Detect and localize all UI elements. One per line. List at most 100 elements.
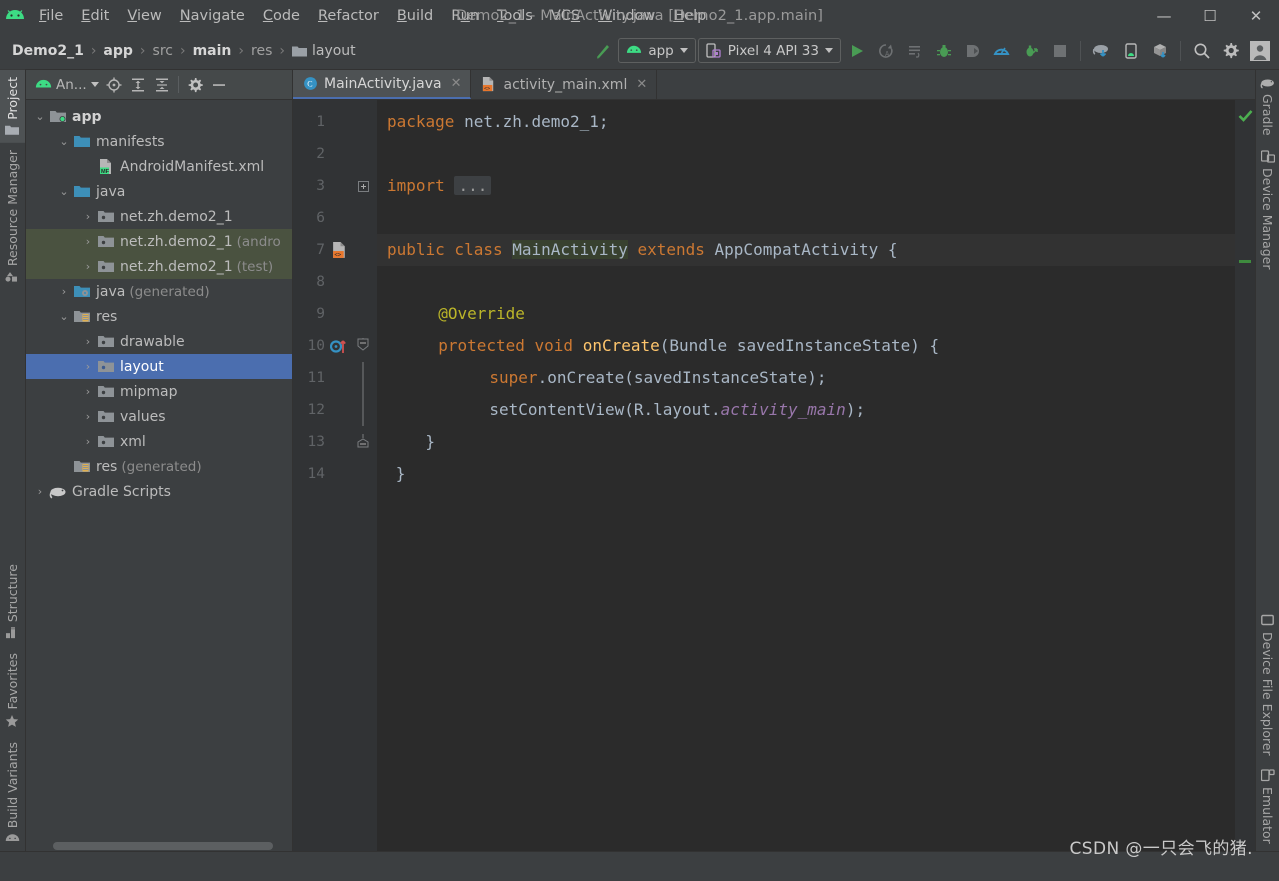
chevron-down-icon[interactable]: ⌄ bbox=[56, 135, 72, 148]
project-tree[interactable]: ⌄ app ⌄ manifests MF AndroidManifest.xml bbox=[26, 100, 292, 839]
sidebar-item-emulator[interactable]: Emulator bbox=[1256, 762, 1279, 851]
fold-collapse-icon[interactable] bbox=[353, 338, 373, 354]
menu-view[interactable]: View bbox=[118, 5, 170, 27]
expand-all-icon[interactable] bbox=[126, 73, 150, 97]
menu-help[interactable]: Help bbox=[664, 5, 715, 27]
tree-row-manifests[interactable]: ⌄ manifests bbox=[26, 129, 292, 154]
sidebar-item-favorites[interactable]: Favorites bbox=[0, 646, 25, 734]
error-stripe-mark[interactable] bbox=[1239, 260, 1251, 263]
tree-row-java-generated[interactable]: › java (generated) bbox=[26, 279, 292, 304]
chevron-right-icon[interactable]: › bbox=[80, 360, 96, 373]
device-selector[interactable]: Pixel 4 API 33 bbox=[697, 38, 841, 63]
menu-code[interactable]: Code bbox=[254, 5, 309, 27]
menu-run[interactable]: Run bbox=[442, 5, 488, 27]
hide-panel-icon[interactable] bbox=[207, 73, 231, 97]
collapse-all-icon[interactable] bbox=[150, 73, 174, 97]
chevron-right-icon[interactable]: › bbox=[80, 210, 96, 223]
menu-edit[interactable]: Edit bbox=[72, 5, 118, 27]
tree-row-package-androidtest[interactable]: › net.zh.demo2_1 (andro bbox=[26, 229, 292, 254]
chevron-right-icon[interactable]: › bbox=[32, 485, 48, 498]
sidebar-item-resource-manager[interactable]: Resource Manager bbox=[0, 143, 25, 289]
avd-manager-icon[interactable] bbox=[1117, 37, 1144, 65]
chevron-right-icon[interactable]: › bbox=[80, 335, 96, 348]
menu-build[interactable]: Build bbox=[388, 5, 442, 27]
menu-file[interactable]: File bbox=[30, 5, 72, 27]
project-view-selector[interactable]: An... bbox=[32, 77, 102, 93]
project-scrollbar-thumb[interactable] bbox=[53, 842, 273, 850]
code-text[interactable]: package net.zh.demo2_1; import ... publi… bbox=[377, 100, 1235, 851]
chevron-down-icon[interactable]: ⌄ bbox=[56, 185, 72, 198]
run-configuration-selector[interactable]: app bbox=[618, 38, 696, 63]
tree-row-package-test[interactable]: › net.zh.demo2_1 (test) bbox=[26, 254, 292, 279]
tree-row-package-main[interactable]: › net.zh.demo2_1 bbox=[26, 204, 292, 229]
apply-changes-icon[interactable]: A bbox=[872, 37, 899, 65]
sidebar-item-gradle[interactable]: Gradle bbox=[1256, 70, 1279, 143]
tree-row-mipmap[interactable]: › mipmap bbox=[26, 379, 292, 404]
chevron-right-icon[interactable]: › bbox=[80, 410, 96, 423]
tree-row-values[interactable]: › values bbox=[26, 404, 292, 429]
close-icon[interactable]: ✕ bbox=[636, 77, 647, 92]
chevron-right-icon[interactable]: › bbox=[56, 285, 72, 298]
fold-region-end-icon[interactable] bbox=[353, 434, 373, 450]
minimize-button[interactable]: — bbox=[1141, 0, 1187, 32]
tree-row-gradle-scripts[interactable]: › Gradle Scripts bbox=[26, 479, 292, 504]
inspection-ok-icon[interactable] bbox=[1238, 108, 1253, 127]
override-method-icon[interactable] bbox=[327, 338, 353, 355]
error-stripe-gutter[interactable] bbox=[1235, 100, 1255, 851]
tab-mainactivity-java[interactable]: C MainActivity.java ✕ bbox=[293, 70, 472, 99]
maximize-button[interactable]: ☐ bbox=[1187, 0, 1233, 32]
breadcrumb-item-res[interactable]: res bbox=[247, 41, 276, 61]
folded-imports-placeholder[interactable]: ... bbox=[454, 176, 492, 195]
sidebar-item-build-variants[interactable]: Build Variants bbox=[0, 735, 25, 851]
breadcrumb-item-app[interactable]: app bbox=[99, 41, 137, 61]
menu-refactor[interactable]: Refactor bbox=[309, 5, 388, 27]
run-with-coverage-icon[interactable] bbox=[1017, 37, 1044, 65]
chevron-right-icon[interactable]: › bbox=[80, 260, 96, 273]
tree-row-app[interactable]: ⌄ app bbox=[26, 104, 292, 129]
sidebar-item-device-file-explorer[interactable]: Device File Explorer bbox=[1256, 607, 1279, 763]
stop-icon[interactable] bbox=[1046, 37, 1073, 65]
menu-tools[interactable]: Tools bbox=[488, 5, 542, 27]
breadcrumb-item-layout[interactable]: layout bbox=[288, 41, 360, 61]
chevron-down-icon[interactable]: ⌄ bbox=[32, 110, 48, 123]
apply-code-changes-icon[interactable] bbox=[901, 37, 928, 65]
breadcrumb-item-main[interactable]: main bbox=[189, 41, 236, 61]
debug-icon[interactable] bbox=[930, 37, 957, 65]
sidebar-item-project[interactable]: Project bbox=[0, 70, 25, 143]
search-everywhere-icon[interactable] bbox=[1188, 37, 1215, 65]
tree-row-res[interactable]: ⌄ res bbox=[26, 304, 292, 329]
menu-vcs[interactable]: VCS bbox=[542, 5, 589, 27]
editor-gutter[interactable]: 1 2 3 6 7 <> 8 9 10 11 12 13 14 bbox=[293, 100, 377, 851]
sync-gradle-icon[interactable] bbox=[1088, 37, 1115, 65]
tree-row-android-manifest[interactable]: MF AndroidManifest.xml bbox=[26, 154, 292, 179]
make-project-icon[interactable] bbox=[589, 37, 616, 65]
settings-icon[interactable] bbox=[183, 73, 207, 97]
chevron-right-icon[interactable]: › bbox=[80, 385, 96, 398]
profiler-icon[interactable] bbox=[988, 37, 1015, 65]
chevron-down-icon[interactable]: ⌄ bbox=[56, 310, 72, 323]
fold-region-bar[interactable] bbox=[353, 394, 373, 426]
chevron-right-icon[interactable]: › bbox=[80, 235, 96, 248]
tab-activity-main-xml[interactable]: <> activity_main.xml ✕ bbox=[471, 70, 658, 99]
run-icon[interactable] bbox=[843, 37, 870, 65]
settings-icon[interactable] bbox=[1217, 37, 1244, 65]
related-xml-gutter-icon[interactable]: <> bbox=[327, 241, 353, 259]
fold-expand-icon[interactable] bbox=[353, 180, 373, 192]
sidebar-item-structure[interactable]: Structure bbox=[0, 557, 25, 646]
breadcrumb-item-src[interactable]: src bbox=[149, 41, 177, 61]
menu-navigate[interactable]: Navigate bbox=[171, 5, 254, 27]
sdk-manager-icon[interactable] bbox=[1146, 37, 1173, 65]
tree-row-res-generated[interactable]: res (generated) bbox=[26, 454, 292, 479]
account-icon[interactable] bbox=[1246, 37, 1273, 65]
tree-row-java[interactable]: ⌄ java bbox=[26, 179, 292, 204]
tree-row-xml[interactable]: › xml bbox=[26, 429, 292, 454]
fold-region-bar[interactable] bbox=[353, 362, 373, 394]
sidebar-item-device-manager[interactable]: Device Manager bbox=[1256, 143, 1279, 277]
project-horizontal-scrollbar[interactable] bbox=[26, 839, 292, 851]
breadcrumb-item-project[interactable]: Demo2_1 bbox=[8, 41, 88, 61]
tree-row-layout[interactable]: › layout bbox=[26, 354, 292, 379]
chevron-right-icon[interactable]: › bbox=[80, 435, 96, 448]
code-editor[interactable]: 1 2 3 6 7 <> 8 9 10 11 12 13 14 package … bbox=[293, 100, 1255, 851]
select-opened-file-icon[interactable] bbox=[102, 73, 126, 97]
close-icon[interactable]: ✕ bbox=[451, 76, 462, 91]
